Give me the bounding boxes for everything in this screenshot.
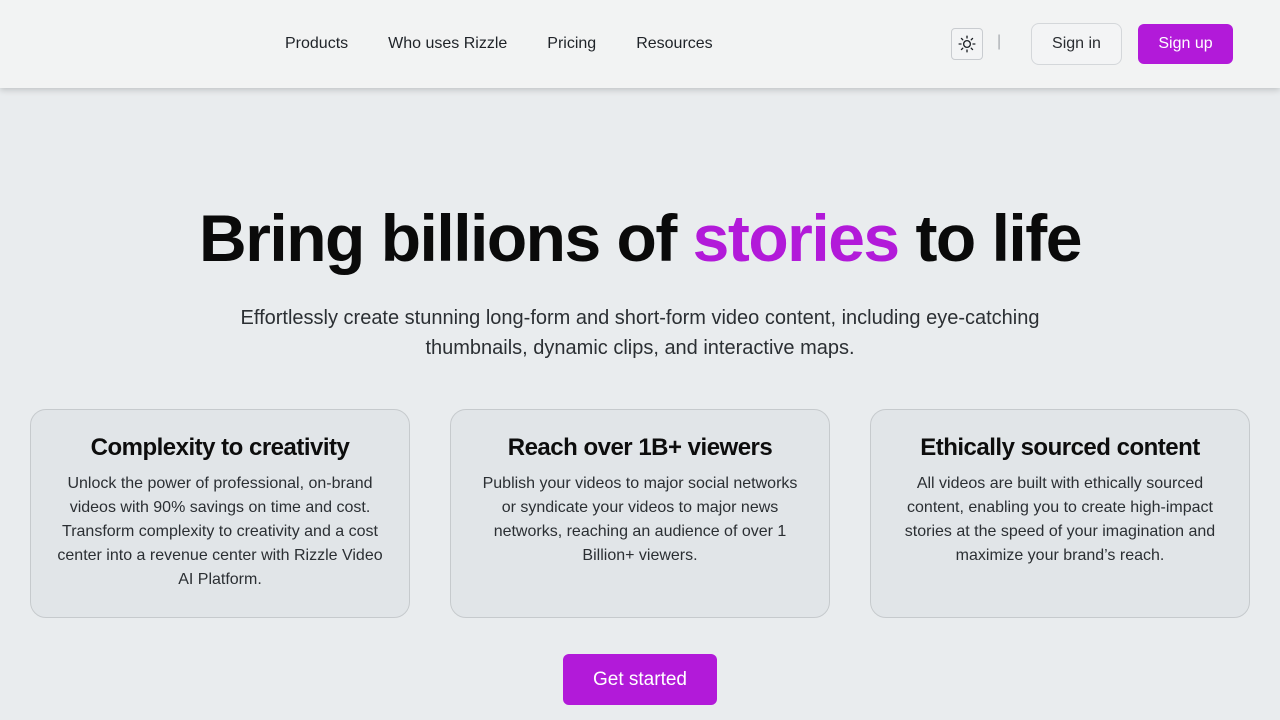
feature-card-title: Complexity to creativity [90, 434, 350, 461]
sun-icon [958, 35, 976, 53]
feature-card-body: All videos are built with ethically sour… [904, 475, 1216, 564]
header-divider: | [997, 33, 1002, 50]
feature-card-title: Ethically sourced content [920, 434, 1200, 461]
sign-up-button[interactable]: Sign up [1138, 24, 1233, 64]
feature-card-complexity: Complexity to creativity Unlock the powe… [30, 409, 410, 618]
nav-item-resources[interactable]: Resources [636, 34, 712, 54]
top-navigation-bar: Products Who uses Rizzle Pricing Resourc… [0, 0, 1280, 88]
get-started-button[interactable]: Get started [563, 654, 717, 705]
hero-subtitle: Effortlessly create stunning long-form a… [240, 307, 1040, 359]
sign-in-button[interactable]: Sign in [1031, 23, 1122, 65]
main-nav: Products Who uses Rizzle Pricing Resourc… [285, 34, 713, 54]
hero-title: Bring billions of stories to life [0, 200, 1280, 276]
hero-title-start: Bring billions of [199, 201, 693, 275]
feature-card-ethical: Ethically sourced content All videos are… [870, 409, 1250, 618]
nav-item-products[interactable]: Products [285, 34, 348, 54]
hero-title-accent: stories [692, 201, 900, 275]
nav-item-pricing[interactable]: Pricing [547, 34, 596, 54]
feature-card-body: Unlock the power of professional, on-bra… [57, 475, 383, 588]
feature-card-title: Reach over 1B+ viewers [507, 434, 773, 461]
feature-card-body: Publish your videos to major social netw… [482, 475, 798, 564]
hero-title-end: to life [898, 201, 1082, 275]
theme-toggle-button[interactable] [951, 28, 983, 60]
feature-card-reach: Reach over 1B+ viewers Publish your vide… [450, 409, 830, 618]
nav-item-who-uses-rizzle[interactable]: Who uses Rizzle [388, 34, 507, 54]
